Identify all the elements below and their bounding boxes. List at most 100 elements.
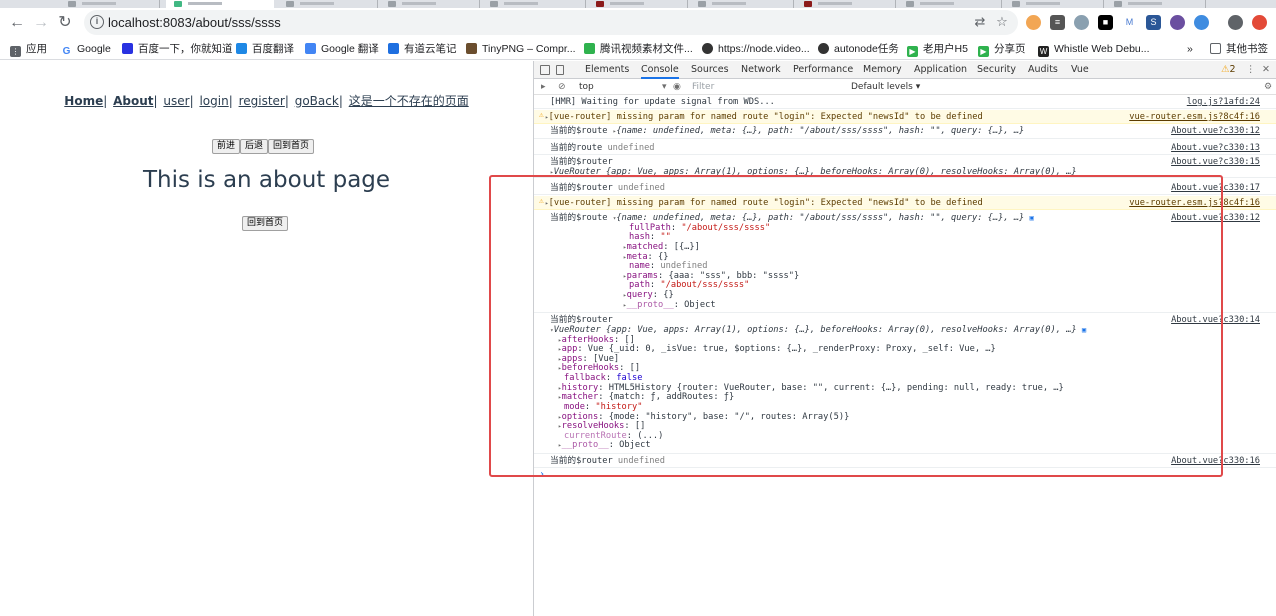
extension-icon[interactable]: [1252, 15, 1267, 30]
browser-tab[interactable]: [588, 0, 688, 8]
nav-link-not-found[interactable]: 这是一个不存在的页面: [349, 94, 469, 108]
clear-console-icon[interactable]: ⊘: [558, 81, 566, 93]
site-info-icon[interactable]: i: [90, 15, 104, 29]
tab-security[interactable]: Security: [977, 61, 1016, 79]
context-select[interactable]: top: [579, 81, 594, 93]
nav-link-register[interactable]: register: [239, 94, 285, 108]
extension-icon[interactable]: M: [1122, 15, 1137, 30]
prop-hash: hash: "": [629, 232, 671, 242]
address-bar[interactable]: i localhost:8083/about/sss/ssss ⇄ ☆: [84, 10, 1018, 35]
tab-application[interactable]: Application: [914, 61, 967, 79]
source-link[interactable]: log.js?1afd:24: [1187, 97, 1260, 107]
nav-link-goback[interactable]: goBack: [295, 94, 339, 108]
browser-tab[interactable]: [796, 0, 896, 8]
log-levels-dropdown[interactable]: Default levels ▾: [851, 81, 920, 93]
live-expression-eye-icon[interactable]: ◉: [673, 81, 681, 93]
bookmark-tinypng[interactable]: TinyPNG – Compr...: [466, 41, 576, 57]
source-link[interactable]: About.vue?c330:16: [1171, 456, 1260, 466]
tab-audits[interactable]: Audits: [1028, 61, 1058, 79]
translate-icon[interactable]: ⇄: [972, 14, 988, 30]
source-link[interactable]: vue-router.esm.js?8c4f:16: [1129, 112, 1260, 122]
play-icon: ▶: [907, 46, 918, 57]
extension-icon[interactable]: [1170, 15, 1185, 30]
back-arrow-icon[interactable]: ←: [6, 12, 28, 34]
extension-icon[interactable]: [1194, 15, 1209, 30]
bookmark-whistle[interactable]: W Whistle Web Debu...: [1038, 41, 1150, 57]
bookmark-node-video[interactable]: https://node.video...: [702, 41, 810, 57]
browser-tab[interactable]: [60, 0, 160, 8]
bookmarks-more-button[interactable]: »: [1187, 41, 1193, 57]
bookmark-baidu[interactable]: 百度一下，你就知道: [122, 41, 233, 57]
source-link[interactable]: About.vue?c330:12: [1171, 213, 1260, 223]
warning-icon: ⚠: [1221, 64, 1230, 75]
bookmark-olduser-h5[interactable]: ▶ 老用户H5: [907, 41, 968, 57]
tab-network[interactable]: Network: [741, 61, 781, 79]
nav-link-about[interactable]: About: [113, 94, 153, 108]
home-button[interactable]: 回到首页: [268, 139, 315, 154]
console-message: [HMR] Waiting for update signal from WDS…: [534, 97, 1276, 109]
profile-avatar[interactable]: [1228, 15, 1243, 30]
source-link[interactable]: About.vue?c330:13: [1171, 143, 1260, 153]
bookmark-other[interactable]: 其他书签: [1210, 41, 1268, 57]
bookmark-youdao[interactable]: 有道云笔记: [388, 41, 457, 57]
warning-count-badge[interactable]: ⚠2: [1221, 61, 1236, 79]
inspect-element-icon[interactable]: [540, 65, 550, 75]
reload-icon[interactable]: ↻: [54, 12, 76, 34]
bookmark-share-page[interactable]: ▶ 分享页: [978, 41, 1026, 57]
console-prompt[interactable]: ›: [539, 469, 545, 480]
bookmark-google[interactable]: G Google: [61, 41, 111, 57]
bookmark-baidu-translate[interactable]: 百度翻译: [236, 41, 294, 57]
history-buttons: 前进 后退 回到首页: [212, 133, 315, 154]
tab-elements[interactable]: Elements: [585, 61, 629, 79]
whistle-icon: W: [1038, 46, 1049, 57]
extension-icon[interactable]: ■: [1098, 15, 1113, 30]
browser-tab[interactable]: [1004, 0, 1104, 8]
extension-icon[interactable]: [1026, 15, 1041, 30]
browser-tab[interactable]: [1106, 0, 1206, 8]
settings-gear-icon[interactable]: ⚙: [1264, 81, 1272, 93]
source-link[interactable]: About.vue?c330:12: [1171, 126, 1260, 136]
console-filter-input[interactable]: Filter: [692, 81, 842, 93]
tab-performance[interactable]: Performance: [793, 61, 853, 79]
tab-console[interactable]: Console: [641, 61, 679, 79]
sidebar-toggle-icon[interactable]: ▸: [541, 81, 546, 93]
nav-link-home[interactable]: Home: [64, 94, 103, 108]
bookmark-apps[interactable]: ⋮ 应用: [10, 41, 47, 57]
nav-link-user[interactable]: user: [163, 94, 189, 108]
return-home-button[interactable]: 回到首页: [242, 216, 289, 231]
extension-icon[interactable]: [1074, 15, 1089, 30]
address-url[interactable]: localhost:8083/about/sss/ssss: [108, 15, 281, 30]
forward-arrow-icon[interactable]: →: [30, 12, 52, 34]
device-toolbar-icon[interactable]: [556, 65, 564, 75]
browser-tab[interactable]: [898, 0, 1002, 8]
browser-toolbar: ← → ↻ i localhost:8083/about/sss/ssss ⇄ …: [0, 8, 1276, 38]
tab-sources[interactable]: Sources: [691, 61, 729, 79]
extension-icon[interactable]: S: [1146, 15, 1161, 30]
back-button[interactable]: 后退: [240, 139, 269, 154]
prop-proto[interactable]: ▸__proto__: Object: [558, 440, 651, 451]
tab-memory[interactable]: Memory: [863, 61, 902, 79]
source-link[interactable]: About.vue?c330:14: [1171, 315, 1260, 325]
nav-link-login[interactable]: login: [199, 94, 228, 108]
browser-tab[interactable]: [278, 0, 378, 8]
extension-icon[interactable]: ≡: [1050, 15, 1065, 30]
browser-tab[interactable]: [482, 0, 586, 8]
source-link[interactable]: vue-router.esm.js?8c4f:16: [1129, 198, 1260, 208]
tab-vue[interactable]: Vue: [1071, 61, 1089, 79]
source-link[interactable]: About.vue?c330:17: [1171, 183, 1260, 193]
devtools-menu-icon[interactable]: ⋮: [1246, 61, 1256, 79]
close-icon[interactable]: ✕: [1262, 61, 1270, 79]
context-dropdown-icon[interactable]: ▾: [662, 81, 667, 93]
browser-tab[interactable]: [690, 0, 794, 8]
translate-icon: [236, 43, 247, 54]
prop-proto[interactable]: ▸__proto__: Object: [623, 300, 716, 311]
forward-button[interactable]: 前进: [212, 139, 241, 154]
browser-tab-active[interactable]: [166, 0, 274, 8]
browser-tab[interactable]: [380, 0, 480, 8]
source-link[interactable]: About.vue?c330:15: [1171, 157, 1260, 167]
bookmark-tencent-video[interactable]: 腾讯视频素材文件...: [584, 41, 693, 57]
prop-app[interactable]: ▸app: Vue {_uid: 0, _isVue: true, $optio…: [558, 344, 996, 355]
bookmark-autonode[interactable]: autonode任务: [818, 41, 899, 57]
bookmark-star-icon[interactable]: ☆: [994, 14, 1010, 30]
bookmark-google-translate[interactable]: Google 翻译: [305, 41, 379, 57]
